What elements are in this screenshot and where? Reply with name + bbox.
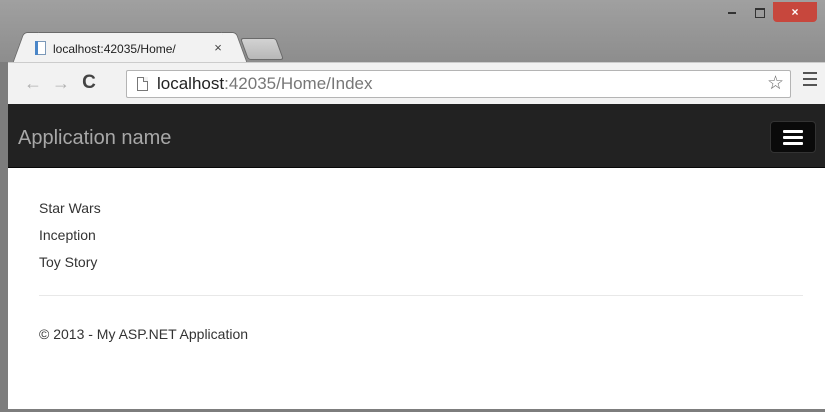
minimize-button[interactable] bbox=[719, 2, 745, 22]
toggle-bar-icon bbox=[783, 136, 803, 139]
browser-toolbar: ← → C localhost:42035/Home/Index ☆ bbox=[8, 62, 825, 104]
toggle-bar-icon bbox=[783, 130, 803, 133]
url-text[interactable]: localhost:42035/Home/Index bbox=[157, 74, 373, 94]
url-path: :42035/Home/Index bbox=[224, 74, 373, 93]
list-item: Toy Story bbox=[39, 254, 98, 270]
footer-text: © 2013 - My ASP.NET Application bbox=[39, 326, 249, 342]
tab-title: localhost:42035/Home/ bbox=[53, 42, 176, 56]
hamburger-menu-icon[interactable] bbox=[803, 72, 817, 90]
address-bar[interactable]: localhost:42035/Home/Index ☆ bbox=[126, 70, 791, 98]
navbar-toggle-button[interactable] bbox=[770, 121, 816, 153]
forward-arrow-icon[interactable]: → bbox=[50, 71, 72, 95]
reload-icon[interactable]: C bbox=[78, 71, 100, 95]
title-bar: localhost:42035/Home/ × × bbox=[0, 0, 825, 62]
browser-tab[interactable]: localhost:42035/Home/ × bbox=[26, 32, 234, 62]
maximize-button[interactable] bbox=[747, 2, 773, 22]
list-item: Inception bbox=[39, 227, 96, 243]
brand-link[interactable]: Application name bbox=[18, 126, 171, 150]
toggle-bar-icon bbox=[783, 142, 803, 145]
page-icon bbox=[137, 77, 148, 91]
new-tab-button[interactable] bbox=[239, 38, 285, 60]
footer-divider bbox=[39, 295, 803, 296]
site-navbar: Application name bbox=[8, 104, 825, 168]
movie-list: Star Wars Inception Toy Story bbox=[39, 198, 101, 279]
browser-window: localhost:42035/Home/ × × ← → C localhos… bbox=[0, 0, 825, 412]
page-favicon-icon bbox=[35, 41, 46, 55]
tab-close-icon[interactable]: × bbox=[211, 40, 225, 56]
back-arrow-icon[interactable]: ← bbox=[22, 71, 44, 95]
window-close-button[interactable]: × bbox=[773, 2, 817, 22]
maximize-icon bbox=[755, 8, 765, 18]
list-item: Star Wars bbox=[39, 200, 101, 216]
minimize-icon bbox=[728, 12, 736, 14]
url-host: localhost bbox=[157, 74, 225, 93]
page-viewport: Application name Star Wars Inception Toy… bbox=[8, 104, 825, 409]
bookmark-star-icon[interactable]: ☆ bbox=[767, 73, 784, 95]
